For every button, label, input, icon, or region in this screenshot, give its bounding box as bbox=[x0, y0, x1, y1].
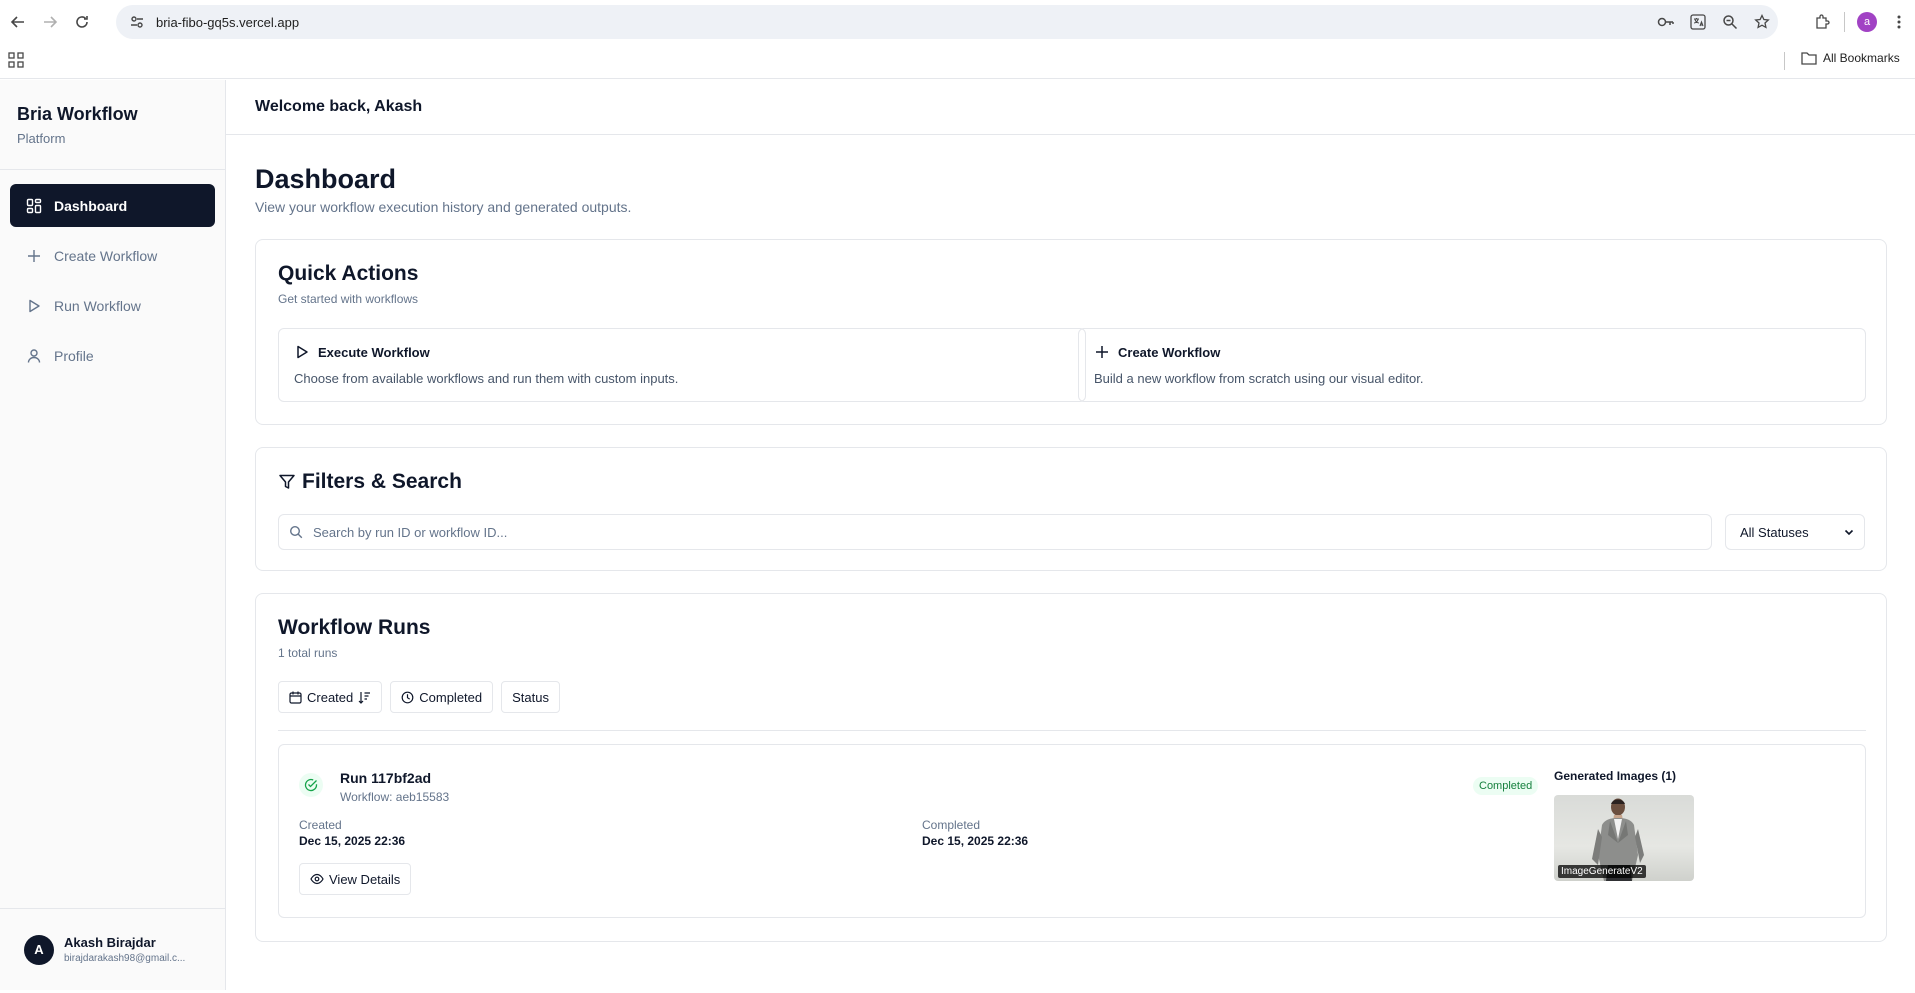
execute-workflow-tile[interactable]: Execute Workflow Choose from available w… bbox=[278, 328, 1086, 402]
brand-title: Bria Workflow bbox=[17, 104, 138, 124]
view-details-button[interactable]: View Details bbox=[299, 863, 412, 895]
forward-arrow-icon bbox=[44, 15, 58, 28]
user-name: Akash Birajdar bbox=[64, 935, 156, 950]
zoom-icon[interactable] bbox=[1714, 5, 1746, 39]
sidebar-nav: Dashboard Create Workflow Run Workflow P… bbox=[0, 170, 225, 398]
brand-subtitle: Platform bbox=[17, 131, 66, 146]
user-card[interactable]: A Akash Birajdar birajdarakash98@gmail.c… bbox=[0, 908, 225, 990]
play-icon bbox=[297, 345, 308, 359]
created-value: Dec 15, 2025 22:36 bbox=[299, 834, 406, 848]
profile-avatar-button[interactable]: a bbox=[1857, 12, 1877, 32]
eye-icon bbox=[310, 873, 324, 885]
image-label: ImageGenerateV2 bbox=[1558, 865, 1646, 878]
user-email: birajdarakash98@gmail.c... bbox=[64, 953, 186, 964]
check-circle-icon bbox=[299, 773, 323, 797]
filters-title: Filters & Search bbox=[302, 470, 462, 493]
reload-icon bbox=[76, 15, 88, 28]
sidebar-item-create-workflow[interactable]: Create Workflow bbox=[10, 234, 215, 277]
translate-icon[interactable] bbox=[1682, 5, 1714, 39]
toolbar-separator bbox=[1844, 12, 1845, 32]
sort-label: Status bbox=[512, 689, 549, 705]
page-title: Dashboard bbox=[255, 164, 397, 194]
apps-grid-icon[interactable] bbox=[8, 52, 24, 68]
search-icon bbox=[289, 525, 303, 539]
grid-icon bbox=[26, 198, 42, 213]
folder-icon bbox=[1801, 52, 1817, 65]
main-content: Dashboard View your workflow execution h… bbox=[226, 135, 1915, 990]
sort-completed-button[interactable]: Completed bbox=[390, 681, 494, 713]
status-badge: Completed bbox=[1473, 777, 1539, 795]
chrome-menu-icon[interactable] bbox=[1883, 5, 1915, 39]
filter-icon bbox=[279, 474, 295, 489]
workflow-runs-title: Workflow Runs bbox=[278, 616, 431, 639]
status-filter-value: All Statuses bbox=[1740, 524, 1809, 540]
reload-button[interactable] bbox=[66, 6, 98, 38]
bookmark-star-icon[interactable] bbox=[1746, 5, 1778, 39]
sort-status-button[interactable]: Status bbox=[501, 681, 560, 713]
clock-icon bbox=[401, 691, 414, 703]
password-key-icon[interactable] bbox=[1650, 5, 1682, 39]
plus-icon bbox=[1096, 346, 1108, 358]
completed-value: Dec 15, 2025 22:36 bbox=[922, 834, 1029, 848]
tile-title: Create Workflow bbox=[1118, 344, 1221, 360]
created-label: Created bbox=[299, 818, 342, 832]
create-workflow-tile[interactable]: Create Workflow Build a new workflow fro… bbox=[1078, 328, 1866, 402]
run-list-item: Run 117bf2ad Workflow: aeb15583 Created … bbox=[278, 744, 1866, 918]
filters-card: Filters & Search All Statuses bbox=[255, 447, 1887, 571]
back-arrow-icon bbox=[10, 15, 24, 28]
calendar-icon bbox=[289, 691, 302, 704]
sidebar-item-dashboard[interactable]: Dashboard bbox=[10, 184, 215, 227]
status-filter-select[interactable]: All Statuses bbox=[1725, 514, 1865, 550]
welcome-text: Welcome back, Akash bbox=[255, 98, 423, 115]
sidebar: Bria Workflow Platform Dashboard Create … bbox=[0, 80, 226, 990]
workflow-runs-card: Workflow Runs 1 total runs Created Compl… bbox=[255, 593, 1887, 942]
site-info-icon[interactable] bbox=[126, 11, 148, 33]
all-bookmarks-button[interactable]: All Bookmarks bbox=[1801, 51, 1900, 65]
brand: Bria Workflow Platform bbox=[0, 80, 225, 170]
sidebar-item-label: Profile bbox=[54, 347, 94, 364]
back-button[interactable] bbox=[2, 6, 34, 38]
generated-image-thumbnail[interactable]: ImageGenerateV2 bbox=[1554, 795, 1694, 881]
tile-description: Choose from available workflows and run … bbox=[294, 371, 679, 386]
search-field[interactable] bbox=[278, 514, 1712, 550]
page-subtitle: View your workflow execution history and… bbox=[255, 199, 632, 215]
url-text: bria-fibo-gq5s.vercel.app bbox=[156, 14, 300, 30]
extensions-icon[interactable] bbox=[1806, 5, 1838, 39]
sidebar-item-label: Run Workflow bbox=[54, 297, 141, 314]
sidebar-item-run-workflow[interactable]: Run Workflow bbox=[10, 284, 215, 327]
divider bbox=[278, 730, 1866, 731]
tile-description: Build a new workflow from scratch using … bbox=[1094, 371, 1424, 386]
sidebar-item-label: Dashboard bbox=[54, 197, 128, 214]
sort-label: Created bbox=[307, 689, 354, 705]
sidebar-item-label: Create Workflow bbox=[54, 247, 158, 264]
play-icon bbox=[29, 299, 40, 312]
view-details-label: View Details bbox=[329, 871, 401, 887]
app-header: Welcome back, Akash bbox=[226, 80, 1915, 135]
run-workflow-id: Workflow: aeb15583 bbox=[340, 790, 450, 804]
completed-label: Completed bbox=[922, 818, 981, 832]
address-bar[interactable]: bria-fibo-gq5s.vercel.app bbox=[116, 5, 1778, 39]
quick-actions-title: Quick Actions bbox=[278, 262, 419, 285]
generated-images-title: Generated Images (1) bbox=[1554, 769, 1677, 783]
all-bookmarks-label: All Bookmarks bbox=[1823, 51, 1900, 65]
tile-title: Execute Workflow bbox=[318, 344, 430, 360]
sort-label: Completed bbox=[419, 689, 483, 705]
sidebar-item-profile[interactable]: Profile bbox=[10, 334, 215, 377]
bookmarks-bar: All Bookmarks bbox=[0, 43, 1915, 79]
sort-descending-icon bbox=[358, 691, 371, 704]
sort-controls: Created Completed Status bbox=[278, 681, 560, 713]
bookmarks-separator bbox=[1784, 52, 1785, 70]
search-input[interactable] bbox=[313, 524, 1693, 540]
quick-actions-subtitle: Get started with workflows bbox=[278, 292, 419, 306]
quick-actions-card: Quick Actions Get started with workflows… bbox=[255, 239, 1887, 425]
runs-count: 1 total runs bbox=[278, 646, 338, 660]
user-icon bbox=[27, 348, 41, 363]
plus-icon bbox=[28, 249, 40, 262]
sort-created-button[interactable]: Created bbox=[278, 681, 383, 713]
avatar: A bbox=[24, 934, 54, 965]
chevron-down-icon bbox=[1844, 529, 1854, 536]
run-name: Run 117bf2ad bbox=[340, 770, 432, 786]
browser-toolbar: bria-fibo-gq5s.vercel.app a bbox=[0, 0, 1915, 43]
forward-button[interactable] bbox=[34, 6, 66, 38]
